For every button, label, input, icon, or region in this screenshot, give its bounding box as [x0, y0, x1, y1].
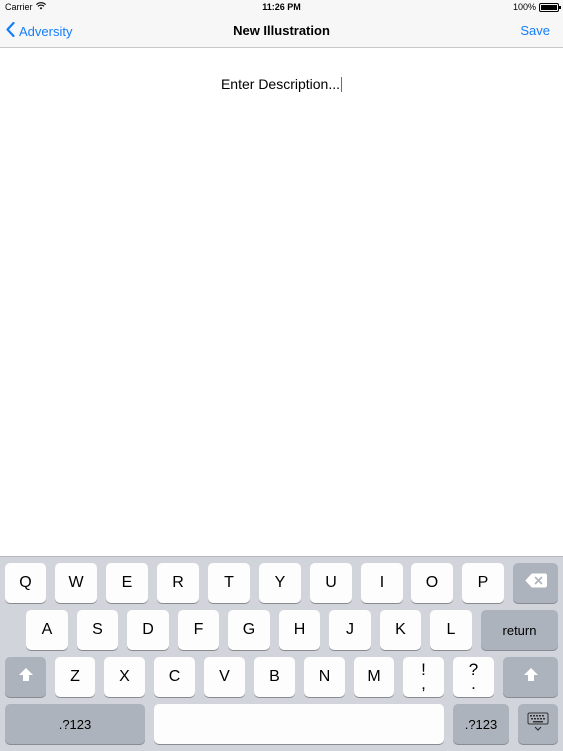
numbers-key-left[interactable]: .?123 — [5, 704, 145, 744]
key-o[interactable]: O — [411, 563, 453, 603]
backspace-icon — [525, 573, 547, 593]
key-a[interactable]: A — [26, 610, 68, 650]
navigation-bar: Adversity New Illustration Save — [0, 15, 563, 48]
period-label: . — [471, 674, 476, 693]
page-title: New Illustration — [233, 23, 330, 38]
key-y[interactable]: Y — [259, 563, 301, 603]
back-button-label: Adversity — [19, 23, 73, 39]
return-key[interactable]: return — [481, 610, 558, 650]
key-w[interactable]: W — [55, 563, 97, 603]
battery-icon — [539, 2, 561, 12]
shift-key-right[interactable] — [503, 657, 558, 697]
key-k[interactable]: K — [380, 610, 421, 650]
numbers-key-right[interactable]: .?123 — [453, 704, 509, 744]
key-l[interactable]: L — [430, 610, 472, 650]
key-question-period[interactable]: ? . — [453, 657, 494, 697]
key-z[interactable]: Z — [55, 657, 95, 697]
shift-arrow-icon — [18, 667, 34, 687]
key-b[interactable]: B — [254, 657, 295, 697]
editor-area[interactable]: Enter Description... — [0, 48, 563, 556]
battery-percent: 100% — [512, 2, 536, 12]
key-q[interactable]: Q — [5, 563, 46, 603]
key-u[interactable]: U — [310, 563, 352, 603]
back-button[interactable]: Adversity — [6, 21, 73, 40]
dismiss-keyboard-key[interactable] — [518, 704, 558, 744]
space-bar[interactable] — [154, 704, 444, 744]
key-g[interactable]: G — [228, 610, 270, 650]
comma-label: , — [421, 674, 426, 693]
keyboard-dismiss-icon — [527, 712, 549, 737]
description-field[interactable]: Enter Description... — [0, 76, 563, 92]
status-time: 11:26 PM — [262, 2, 301, 12]
key-r[interactable]: R — [157, 563, 199, 603]
key-v[interactable]: V — [204, 657, 245, 697]
key-s[interactable]: S — [77, 610, 118, 650]
chevron-left-icon — [6, 21, 19, 40]
key-i[interactable]: I — [361, 563, 403, 603]
key-j[interactable]: J — [329, 610, 371, 650]
key-n[interactable]: N — [304, 657, 345, 697]
key-m[interactable]: M — [354, 657, 394, 697]
description-placeholder: Enter Description... — [220, 76, 341, 92]
save-button[interactable]: Save — [520, 23, 550, 38]
shift-arrow-icon — [523, 667, 539, 687]
key-c[interactable]: C — [154, 657, 195, 697]
key-f[interactable]: F — [178, 610, 219, 650]
key-h[interactable]: H — [279, 610, 320, 650]
key-exclaim-comma[interactable]: ! , — [403, 657, 444, 697]
key-t[interactable]: T — [208, 563, 250, 603]
key-p[interactable]: P — [462, 563, 504, 603]
key-d[interactable]: D — [127, 610, 169, 650]
status-bar: Carrier 11:26 PM 100% — [0, 0, 563, 15]
status-right: 100% — [512, 2, 561, 12]
shift-key-left[interactable] — [5, 657, 46, 697]
text-caret — [341, 77, 343, 92]
keyboard: Q W E R T Y U I O P A S D F G H J K L re… — [0, 556, 563, 751]
delete-key[interactable] — [513, 563, 558, 603]
key-e[interactable]: E — [106, 563, 148, 603]
key-x[interactable]: X — [104, 657, 145, 697]
